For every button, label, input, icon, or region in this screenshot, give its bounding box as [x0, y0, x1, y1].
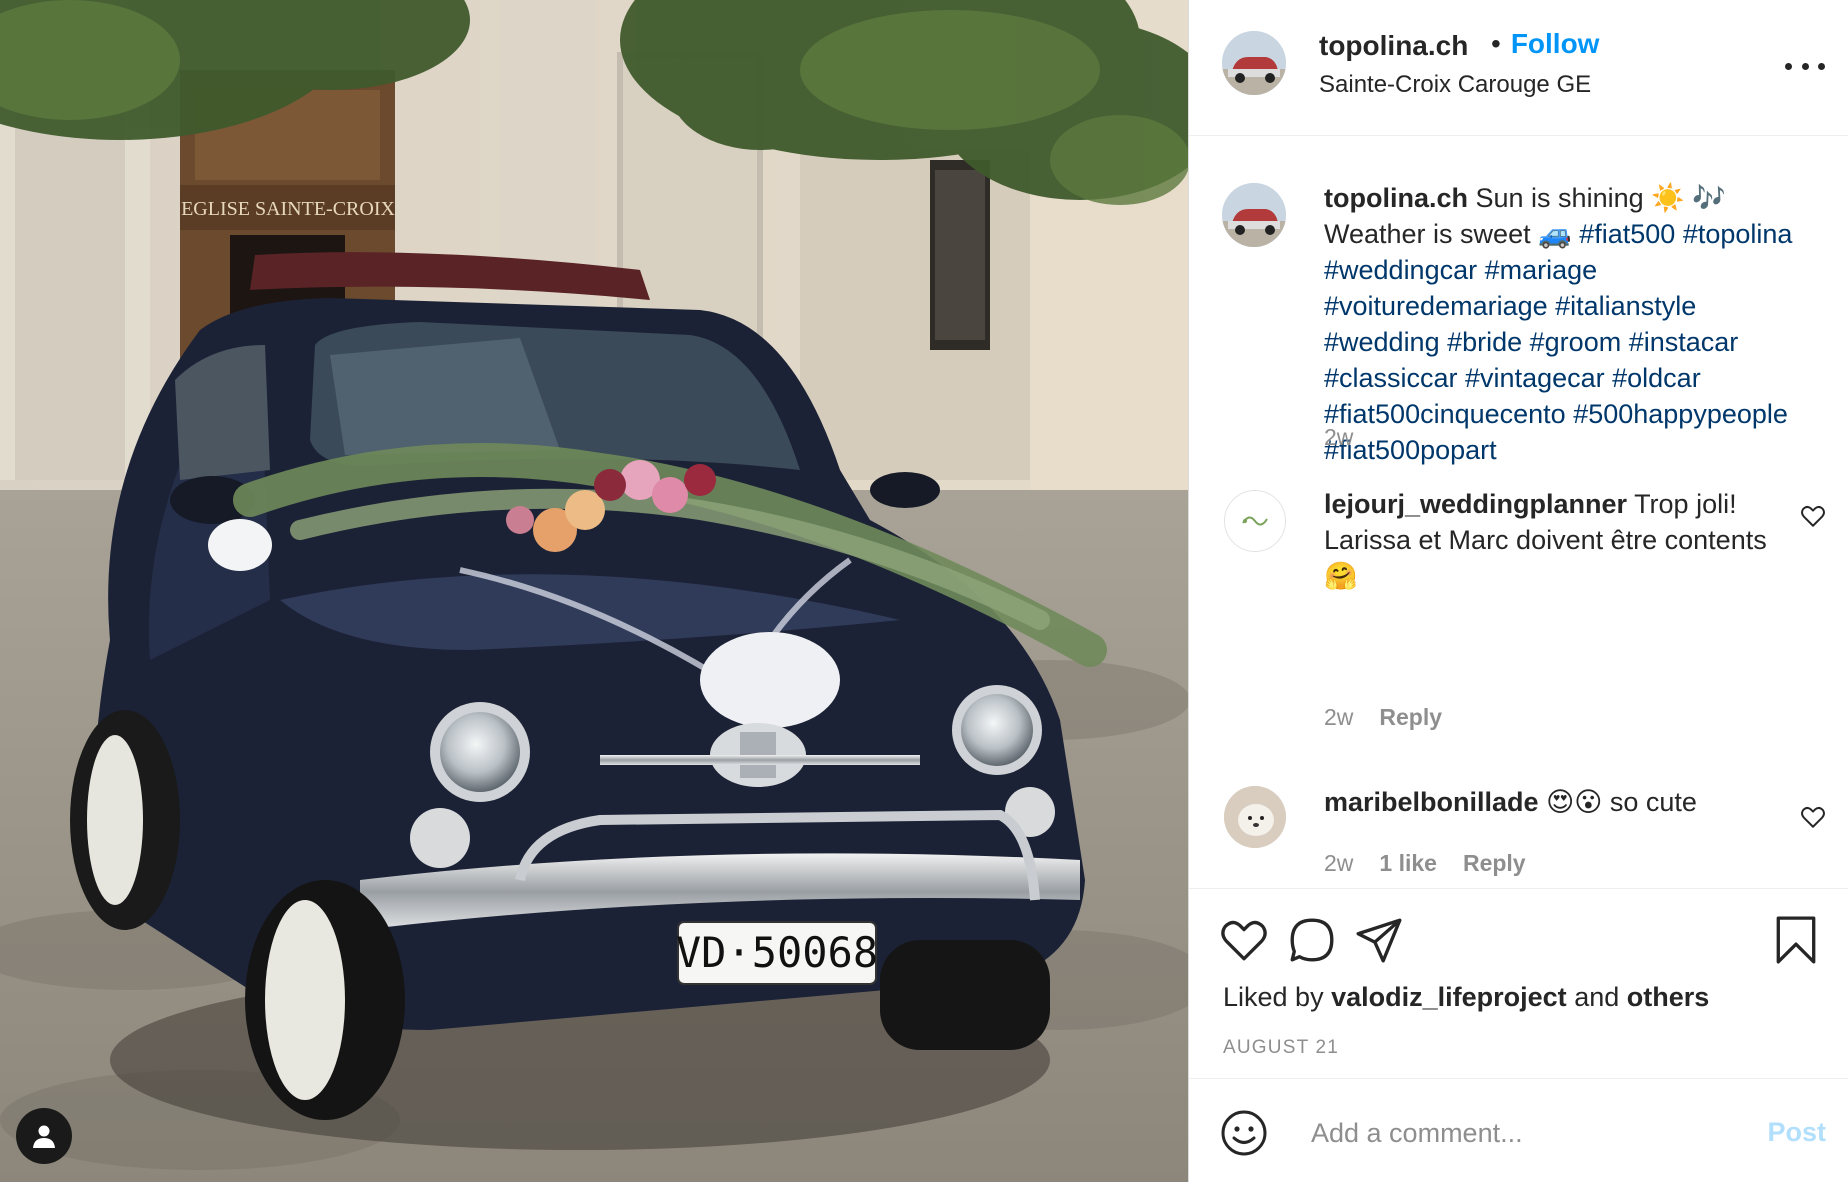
comment-body: maribelbonillade 😍😮 so cute [1324, 784, 1794, 820]
reply-button[interactable]: Reply [1379, 704, 1442, 730]
post-photo[interactable]: EGLISE SAINTE-CROIX VD·50068 [0, 0, 1188, 1182]
caption-timestamp[interactable]: 2w [1324, 424, 1353, 451]
save-bookmark-icon[interactable] [1771, 915, 1821, 965]
comment-meta: 2w Reply [1324, 704, 1442, 731]
more-options-button[interactable] [1785, 56, 1825, 76]
share-paper-plane-icon[interactable] [1354, 915, 1404, 965]
post-sidebar: topolina.ch • Follow Sainte-Croix Carouge… [1188, 0, 1848, 1182]
caption-hashtags[interactable]: #fiat500 #topolina #weddingcar #mariage … [1324, 219, 1792, 465]
liked-by-user-link[interactable]: valodiz_lifeproject [1331, 982, 1567, 1012]
comment-body: lejourj_weddingplanner Trop joli! Lariss… [1324, 486, 1794, 594]
more-dot-icon [1801, 62, 1809, 70]
like-comment-heart-icon[interactable] [1800, 804, 1826, 830]
comments-list[interactable]: topolina.ch Sun is shining ☀️ 🎶 Weather … [1189, 136, 1848, 888]
wedding-planner-logo [1242, 516, 1268, 526]
car-photo-illustration: EGLISE SAINTE-CROIX VD·50068 [0, 0, 1188, 1182]
like-heart-icon[interactable] [1219, 915, 1269, 965]
add-comment-bar: Post [1189, 1078, 1848, 1182]
likes-summary: Liked by valodiz_lifeproject and others [1223, 982, 1709, 1013]
liked-by-others-link[interactable]: others [1627, 982, 1710, 1012]
post-caption: topolina.ch Sun is shining ☀️ 🎶 Weather … [1324, 180, 1804, 468]
post-actions: Liked by valodiz_lifeproject and others … [1189, 888, 1848, 1078]
comment-timestamp[interactable]: 2w [1324, 850, 1353, 876]
car-avatar-image [1222, 183, 1286, 247]
comment-bubble-icon[interactable] [1287, 915, 1337, 965]
author-username[interactable]: topolina.ch [1319, 30, 1468, 62]
follow-button[interactable]: Follow [1511, 28, 1600, 59]
more-dot-icon [1785, 62, 1792, 70]
comment-username[interactable]: lejourj_weddingplanner [1324, 489, 1627, 519]
more-dot-icon [1818, 62, 1825, 70]
caption-author-avatar[interactable] [1222, 183, 1286, 247]
comment-text: 😍😮 so cute [1546, 787, 1697, 817]
car-avatar-image [1222, 31, 1286, 95]
post-header: topolina.ch • Follow Sainte-Croix Carouge… [1189, 0, 1848, 136]
post-comment-button[interactable]: Post [1767, 1117, 1826, 1148]
location-link[interactable]: Sainte-Croix Carouge GE [1319, 71, 1591, 99]
emoji-smiley-icon[interactable] [1220, 1109, 1268, 1157]
church-sign-text: EGLISE SAINTE-CROIX [181, 198, 395, 220]
caption-username[interactable]: topolina.ch [1324, 183, 1468, 213]
author-avatar[interactable] [1222, 31, 1286, 95]
comment-input[interactable] [1309, 1107, 1743, 1159]
reply-button[interactable]: Reply [1463, 850, 1526, 876]
liked-by-prefix: Liked by [1223, 982, 1324, 1012]
comment-username[interactable]: maribelbonillade [1324, 787, 1539, 817]
license-plate-text: VD·50068 [676, 928, 878, 977]
separator-dot: • [1491, 28, 1501, 59]
commenter-avatar[interactable] [1224, 786, 1286, 848]
follow-group: • Follow [1491, 28, 1599, 60]
post-modal: EGLISE SAINTE-CROIX VD·50068 topolina.ch… [0, 0, 1848, 1182]
person-icon [33, 1125, 55, 1148]
commenter-avatar[interactable] [1224, 490, 1286, 552]
comment-meta: 2w 1 like Reply [1324, 850, 1526, 877]
tagged-users-button[interactable] [16, 1108, 72, 1164]
comment-timestamp[interactable]: 2w [1324, 704, 1353, 730]
like-comment-heart-icon[interactable] [1800, 503, 1826, 529]
post-date[interactable]: AUGUST 21 [1223, 1037, 1339, 1059]
dog-avatar-image [1224, 786, 1286, 848]
liked-by-and: and [1574, 982, 1620, 1012]
comment-likes-count[interactable]: 1 like [1379, 850, 1437, 876]
